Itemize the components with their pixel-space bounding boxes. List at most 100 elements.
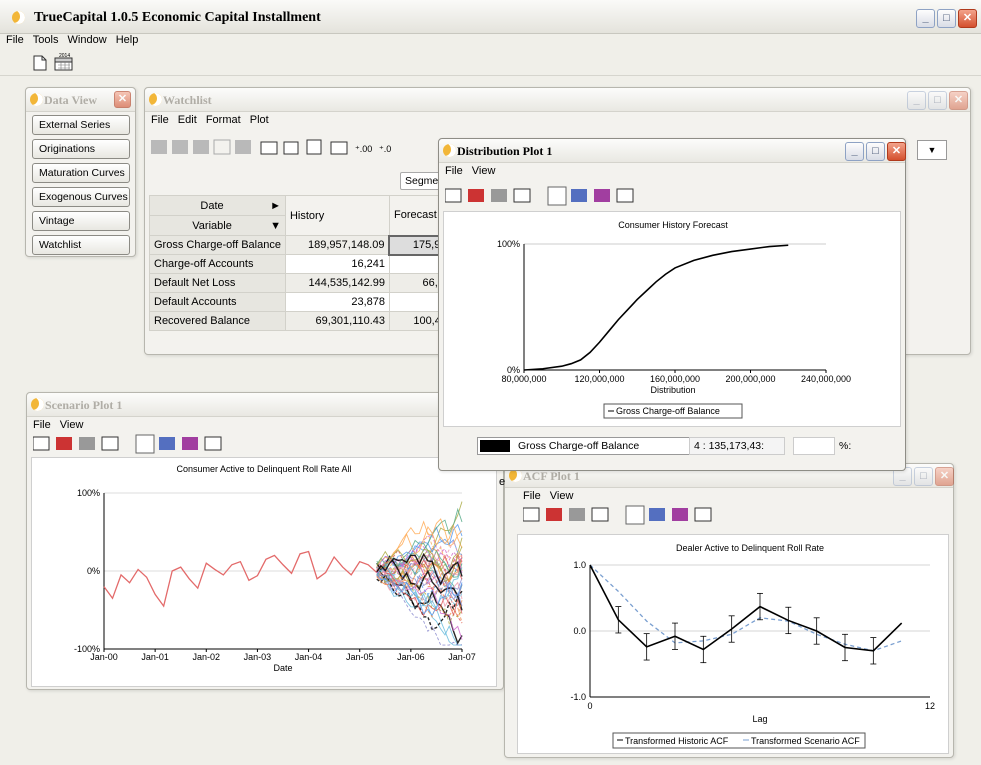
data-view-watchlist[interactable]: Watchlist: [32, 235, 130, 255]
watchlist-menu-bar: File Edit Format Plot: [145, 112, 970, 126]
x-tick-label: Jan-03: [244, 652, 272, 662]
close-button[interactable]: ✕: [958, 9, 977, 28]
data-view-originations[interactable]: Originations: [32, 139, 130, 159]
acf-plot-area: Dealer Active to Delinquent Roll Rate -1.…: [517, 534, 949, 754]
x-tick-label: 240,000,000: [801, 374, 851, 384]
x-tick-label: 200,000,000: [725, 374, 775, 384]
percent-input[interactable]: [793, 437, 835, 455]
area-chart-icon: [594, 189, 610, 202]
decimal-decrease-icon: ⁺.00: [355, 144, 372, 154]
data-view-exogenous-curves[interactable]: Exogenous Curves: [32, 187, 130, 207]
watchlist-toolbar-icons[interactable]: ⁺.00 ⁺.0: [151, 136, 451, 160]
distribution-maximize-button[interactable]: □: [866, 142, 885, 161]
data-view-close-button[interactable]: ✕: [114, 91, 131, 108]
distribution-plot-area: Consumer History Forecast 0% 100% 80,000,00…: [443, 211, 901, 427]
calendar-icon: [445, 188, 462, 203]
bar-chart-icon: [159, 437, 175, 450]
chart-title: Dealer Active to Delinquent Roll Rate: [676, 543, 824, 553]
distribution-plot-toolbar[interactable]: [445, 185, 645, 207]
acf-menu-view[interactable]: View: [550, 490, 574, 502]
watchlist-dropdown-arrow[interactable]: ▼: [917, 140, 947, 160]
x-tick-label: Jan-07: [448, 652, 476, 662]
data-view-external-series[interactable]: External Series: [32, 115, 130, 135]
series-select[interactable]: Gross Charge-off Balance ▼: [477, 437, 709, 455]
distribution-menu-view[interactable]: View: [472, 165, 496, 177]
series-line-historic-acf: [589, 564, 903, 652]
series-select-value: Gross Charge-off Balance: [518, 440, 640, 452]
scenario-plot-toolbar[interactable]: [33, 433, 233, 455]
watchlist-maximize-button[interactable]: □: [928, 91, 947, 110]
watchlist-menu-plot[interactable]: Plot: [250, 114, 269, 126]
edit-icon: [101, 436, 119, 451]
watchlist-minimize-button[interactable]: _: [907, 91, 926, 110]
date-header[interactable]: Date ►: [149, 195, 286, 216]
acf-maximize-button[interactable]: □: [914, 467, 933, 486]
x-tick-label: 12: [925, 701, 935, 711]
scenario-plot-menu-bar: File View: [27, 417, 503, 431]
y-tick-label: 100%: [497, 239, 520, 249]
minimize-button[interactable]: _: [916, 9, 935, 28]
distribution-plot-title: Distribution Plot 1: [457, 144, 553, 158]
watchlist-table: Date ► History Forecast Variable ▼ Gross…: [149, 195, 453, 331]
calendar-icon: [523, 507, 540, 522]
distribution-menu-file[interactable]: File: [445, 165, 463, 177]
series-line-gross-charge-off: [523, 244, 789, 371]
table-row[interactable]: Default Net Loss 144,535,142.99 66,5!: [149, 273, 452, 293]
watchlist-close-button[interactable]: ✕: [949, 91, 968, 110]
acf-close-button[interactable]: ✕: [935, 467, 954, 486]
x-tick-label: Jan-05: [346, 652, 374, 662]
maximize-button[interactable]: □: [937, 9, 956, 28]
data-view-vintage-parameters[interactable]: Vintage Parameters: [32, 211, 130, 245]
scatter-chart-icon: [694, 507, 712, 522]
line-chart-icon: [547, 186, 567, 206]
calendar-icon: [260, 141, 278, 155]
scatter-chart-icon: [616, 188, 634, 203]
line-chart-icon: [135, 434, 155, 454]
distribution-minimize-button[interactable]: _: [845, 142, 864, 161]
watchlist-menu-edit[interactable]: Edit: [178, 114, 197, 126]
watchlist-menu-format[interactable]: Format: [206, 114, 241, 126]
calendar-icon[interactable]: 2014: [54, 53, 74, 71]
scenario-plot-window: Scenario Plot 1 File View Consumer Activ…: [26, 392, 504, 690]
history-header: History: [284, 195, 390, 236]
menu-file[interactable]: File: [6, 34, 24, 46]
app-logo-icon: [12, 11, 25, 24]
disabled-plot-icons: [151, 139, 251, 155]
edit-icon: [591, 507, 609, 522]
app-toolbar: 2014: [0, 50, 981, 76]
y-tick-label: 1.0: [573, 560, 586, 570]
scenario-menu-file[interactable]: File: [33, 419, 51, 431]
menu-help[interactable]: Help: [116, 34, 139, 46]
x-axis-label: Distribution: [650, 385, 695, 395]
x-tick-label: 80,000,000: [501, 374, 546, 384]
acf-menu-file[interactable]: File: [523, 490, 541, 502]
distribution-close-button[interactable]: ✕: [887, 142, 906, 161]
data-view-panel: Data View ✕ External Series Originations…: [25, 87, 136, 257]
scenario-menu-view[interactable]: View: [60, 419, 84, 431]
app-title-bar: TrueCapital 1.0.5 Economic Capital Insta…: [0, 0, 981, 34]
legend-label: Transformed Scenario ACF: [751, 736, 860, 746]
menu-tools[interactable]: Tools: [33, 34, 59, 46]
table-row[interactable]: Default Accounts 23,878: [149, 292, 452, 312]
table-row[interactable]: Charge-off Accounts 16,241: [149, 254, 452, 274]
watchlist-menu-file[interactable]: File: [151, 114, 169, 126]
acf-plot-toolbar[interactable]: [523, 504, 723, 526]
table-row[interactable]: Gross Charge-off Balance 189,957,148.09 17…: [149, 234, 453, 256]
app-title: TrueCapital 1.0.5 Economic Capital Insta…: [34, 10, 321, 25]
export-icon: [283, 141, 299, 155]
export-icon: [56, 437, 72, 450]
scenario-plot-area: Consumer Active to Delinquent Roll Rate …: [31, 457, 497, 687]
series-line-history: [103, 550, 378, 608]
scenario-plot-title: Scenario Plot 1: [45, 398, 123, 412]
variable-header[interactable]: Variable ▼: [149, 215, 286, 236]
print-icon: [491, 189, 507, 202]
table-row[interactable]: Recovered Balance 69,301,110.43 100,41: [149, 311, 452, 331]
export-icon: [468, 189, 484, 202]
data-view-maturation-curves[interactable]: Maturation Curves: [32, 163, 130, 183]
new-document-icon[interactable]: [33, 55, 47, 71]
bar-chart-icon: [649, 508, 665, 521]
decimal-increase-icon: ⁺.0: [379, 144, 391, 154]
acf-edge-tab: e: [499, 476, 506, 488]
y-tick-label: 0%: [87, 566, 100, 576]
menu-window[interactable]: Window: [68, 34, 107, 46]
